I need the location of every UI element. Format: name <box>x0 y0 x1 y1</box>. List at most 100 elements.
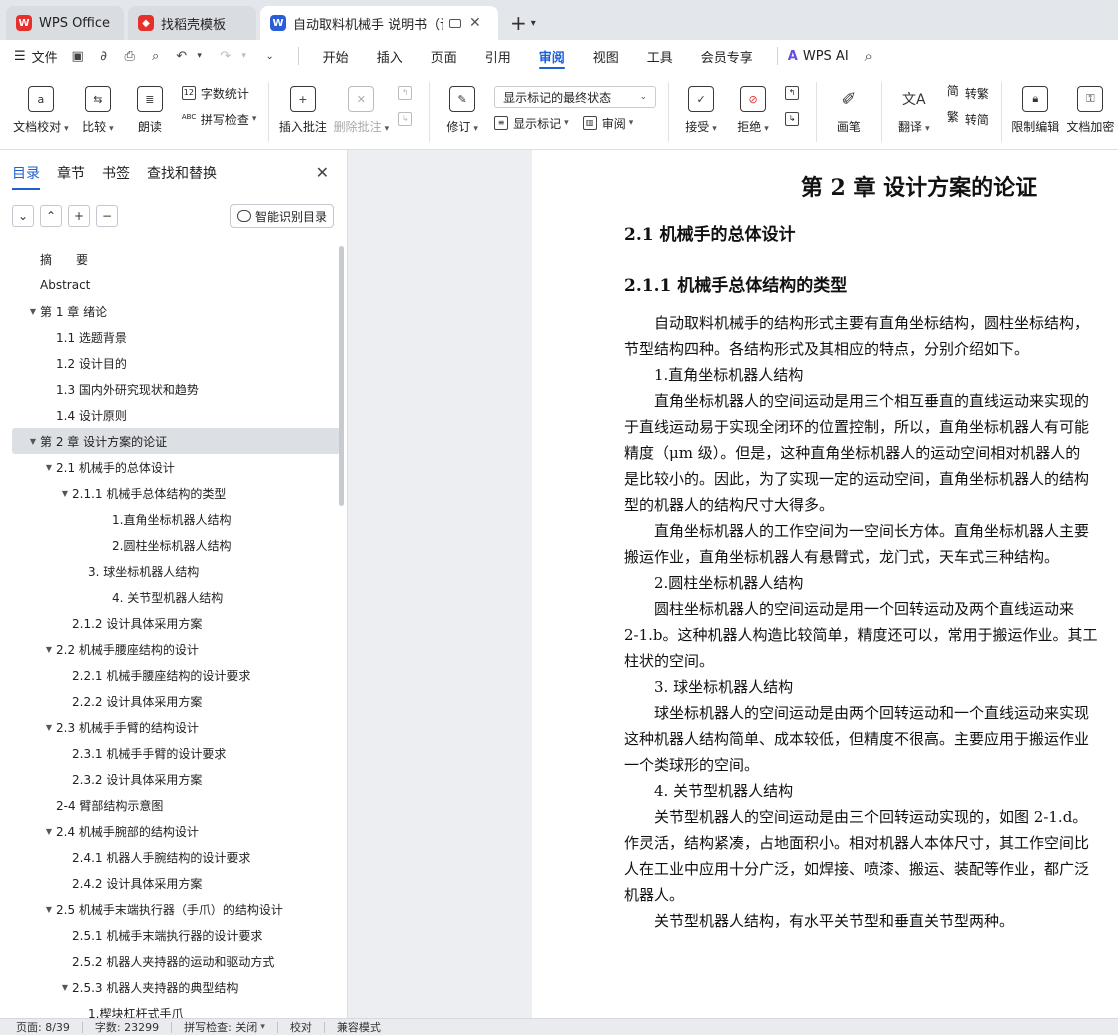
expand-triangle-icon[interactable]: ▼ <box>58 489 72 498</box>
toc-item[interactable]: 2.5.1 机械手末端执行器的设计要求 <box>0 922 340 948</box>
undo-icon[interactable]: ↶ <box>174 48 190 64</box>
expand-triangle-icon[interactable]: ▼ <box>42 645 56 654</box>
new-tab-button[interactable]: + ▾ <box>502 6 544 40</box>
spell-check-status[interactable]: 拼写检查: 关闭 ▾ <box>184 1019 265 1035</box>
toc-item[interactable]: 1.2 设计目的 <box>0 350 340 376</box>
save-icon[interactable]: ▣ <box>70 48 86 64</box>
to-simplified-button[interactable]: 繁 转简 <box>946 108 989 130</box>
spell-check-button[interactable]: ABC 拼写检查 ▾ <box>182 108 257 130</box>
toc-item[interactable]: 2-4 臂部结构示意图 <box>0 792 340 818</box>
toc-item[interactable]: ▼ 2.4 机械手腕部的结构设计 <box>0 818 340 844</box>
expand-triangle-icon[interactable]: ▼ <box>42 723 56 732</box>
expand-triangle-icon[interactable]: ▼ <box>42 463 56 472</box>
pane-tab-sections[interactable]: 章节 <box>57 150 85 196</box>
toc-item[interactable]: 3. 球坐标机器人结构 <box>0 558 340 584</box>
tab-document[interactable]: W 自动取料机械手 说明书（论文 ✕ <box>260 6 498 40</box>
accept-button[interactable]: ✓ 接受 ▾ <box>681 78 721 135</box>
menu-tab-member[interactable]: 会员专享 <box>687 40 767 72</box>
close-tab-icon[interactable]: ✕ <box>469 15 481 31</box>
toc-item[interactable]: 1.4 设计原则 <box>0 402 340 428</box>
collapse-up-button[interactable]: ⌃ <box>40 205 62 227</box>
search-icon[interactable]: ⌕ <box>861 47 877 65</box>
tab-docer-templates[interactable]: ◆ 找稻壳模板 <box>128 6 256 40</box>
undo-dropdown-icon[interactable]: ▾ <box>192 48 208 64</box>
wps-ai-button[interactable]: A WPS AI <box>788 49 849 64</box>
toc-item[interactable]: 1.楔块杠杆式手爪 <box>0 1000 340 1019</box>
pen-button[interactable]: ✐ 画笔 <box>829 78 869 135</box>
toc-item[interactable]: 2.2.1 机械手腰座结构的设计要求 <box>0 662 340 688</box>
close-pane-icon[interactable]: ✕ <box>316 163 329 182</box>
show-markup-button[interactable]: ≡ 显示标记 ▾ <box>494 115 569 132</box>
more-icon[interactable]: ⌄ <box>262 48 278 64</box>
toc-item[interactable]: ▼ 第 1 章 绪论 <box>0 298 340 324</box>
pane-tab-find-replace[interactable]: 查找和替换 <box>147 150 217 196</box>
delete-comment-button[interactable]: ✕ 删除批注 ▾ <box>334 78 389 135</box>
toc-scrollbar[interactable] <box>339 246 344 506</box>
expand-triangle-icon[interactable]: ▼ <box>42 905 56 914</box>
expand-triangle-icon[interactable]: ▼ <box>26 307 40 316</box>
redo-dropdown-icon[interactable]: ▾ <box>236 48 252 64</box>
menu-tab-references[interactable]: 引用 <box>471 40 525 72</box>
tab-wps-office[interactable]: W WPS Office <box>6 6 124 40</box>
monitor-icon[interactable] <box>449 18 461 28</box>
markup-state-select[interactable]: 显示标记的最终状态 ⌄ <box>494 86 657 108</box>
toc-item[interactable]: 2.5.2 机器人夹持器的运动和驱动方式 <box>0 948 340 974</box>
doc-encrypt-button[interactable]: ⚿ 文档加密 <box>1066 78 1114 135</box>
menu-tab-insert[interactable]: 插入 <box>363 40 417 72</box>
toc-item[interactable]: 1.3 国内外研究现状和趋势 <box>0 376 340 402</box>
toc-item[interactable]: 摘 要 <box>0 246 340 272</box>
menu-tab-home[interactable]: 开始 <box>309 40 363 72</box>
word-count-button[interactable]: 12 字数统计 <box>181 82 257 104</box>
menu-tab-page[interactable]: 页面 <box>417 40 471 72</box>
remove-heading-button[interactable]: − <box>96 205 118 227</box>
toc-item[interactable]: 2.圆柱坐标机器人结构 <box>0 532 340 558</box>
chevron-down-icon[interactable]: ▾ <box>531 18 536 29</box>
to-traditional-button[interactable]: 简 转繁 <box>946 82 989 104</box>
pane-tab-bookmarks[interactable]: 书签 <box>102 150 130 196</box>
toc-item[interactable]: ▼ 2.2 机械手腰座结构的设计 <box>0 636 340 662</box>
revise-button[interactable]: ✎ 修订 ▾ <box>442 78 482 135</box>
print-preview-icon[interactable]: ⌕ <box>148 48 164 64</box>
toc-item[interactable]: 2.2.2 设计具体采用方案 <box>0 688 340 714</box>
add-heading-button[interactable]: + <box>68 205 90 227</box>
toc-item[interactable]: 2.1.2 设计具体采用方案 <box>0 610 340 636</box>
toc-item[interactable]: ▼ 2.5 机械手末端执行器（手爪）的结构设计 <box>0 896 340 922</box>
read-aloud-button[interactable]: ≣ 朗读 <box>130 78 170 135</box>
smart-toc-button[interactable]: 智能识别目录 <box>229 204 334 228</box>
toc-item[interactable]: 1.直角坐标机器人结构 <box>0 506 340 532</box>
menu-tab-view[interactable]: 视图 <box>579 40 633 72</box>
expand-triangle-icon[interactable]: ▼ <box>26 437 40 446</box>
toc-item[interactable]: ▼ 2.1.1 机械手总体结构的类型 <box>0 480 340 506</box>
compare-button[interactable]: ⇆ 比较 ▾ <box>78 78 118 135</box>
reject-button[interactable]: ⊘ 拒绝 ▾ <box>733 78 773 135</box>
expand-down-button[interactable]: ⌄ <box>12 205 34 227</box>
toc-item[interactable]: ▼ 第 2 章 设计方案的论证 <box>12 428 340 454</box>
toc-item[interactable]: 4. 关节型机器人结构 <box>0 584 340 610</box>
link-icon[interactable]: ∂ <box>96 48 112 64</box>
insert-comment-button[interactable]: + 插入批注 <box>279 78 327 135</box>
document-page[interactable]: 第 2 章 设计方案的论证 2.1 机械手的总体设计 2.1.1 机械手总体结构… <box>532 150 1118 1018</box>
review-pane-button[interactable]: ▥ 审阅 ▾ <box>582 115 633 132</box>
toc-item[interactable]: 2.4.2 设计具体采用方案 <box>0 870 340 896</box>
toc-item[interactable]: 1.1 选题背景 <box>0 324 340 350</box>
page-indicator[interactable]: 页面: 8/39 <box>16 1019 70 1035</box>
toc-item[interactable]: 2.3.1 机械手手臂的设计要求 <box>0 740 340 766</box>
toc-item[interactable]: ▼ 2.5.3 机器人夹持器的典型结构 <box>0 974 340 1000</box>
toc-item[interactable]: 2.3.2 设计具体采用方案 <box>0 766 340 792</box>
pane-tab-toc[interactable]: 目录 <box>12 150 40 196</box>
toc-item[interactable]: Abstract <box>0 272 340 298</box>
toc-item[interactable]: ▼ 2.1 机械手的总体设计 <box>0 454 340 480</box>
toc-item[interactable]: 2.4.1 机器人手腕结构的设计要求 <box>0 844 340 870</box>
print-icon[interactable]: ⎙ <box>122 48 138 64</box>
redo-icon[interactable]: ↷ <box>218 48 234 64</box>
next-comment-button[interactable]: ↳ <box>398 108 417 130</box>
expand-triangle-icon[interactable]: ▼ <box>58 983 72 992</box>
file-menu[interactable]: ☰ 文件 <box>14 47 58 66</box>
toc-item[interactable]: ▼ 2.3 机械手手臂的结构设计 <box>0 714 340 740</box>
doc-proof-button[interactable]: a 文档校对 ▾ <box>13 78 69 135</box>
translate-button[interactable]: 文A 翻译 ▾ <box>894 78 934 135</box>
word-count-indicator[interactable]: 字数: 23299 <box>95 1019 159 1035</box>
proof-status[interactable]: 校对 <box>290 1019 312 1035</box>
prev-comment-button[interactable]: ↰ <box>398 82 417 104</box>
next-revision-button[interactable]: ↳ <box>785 108 804 130</box>
